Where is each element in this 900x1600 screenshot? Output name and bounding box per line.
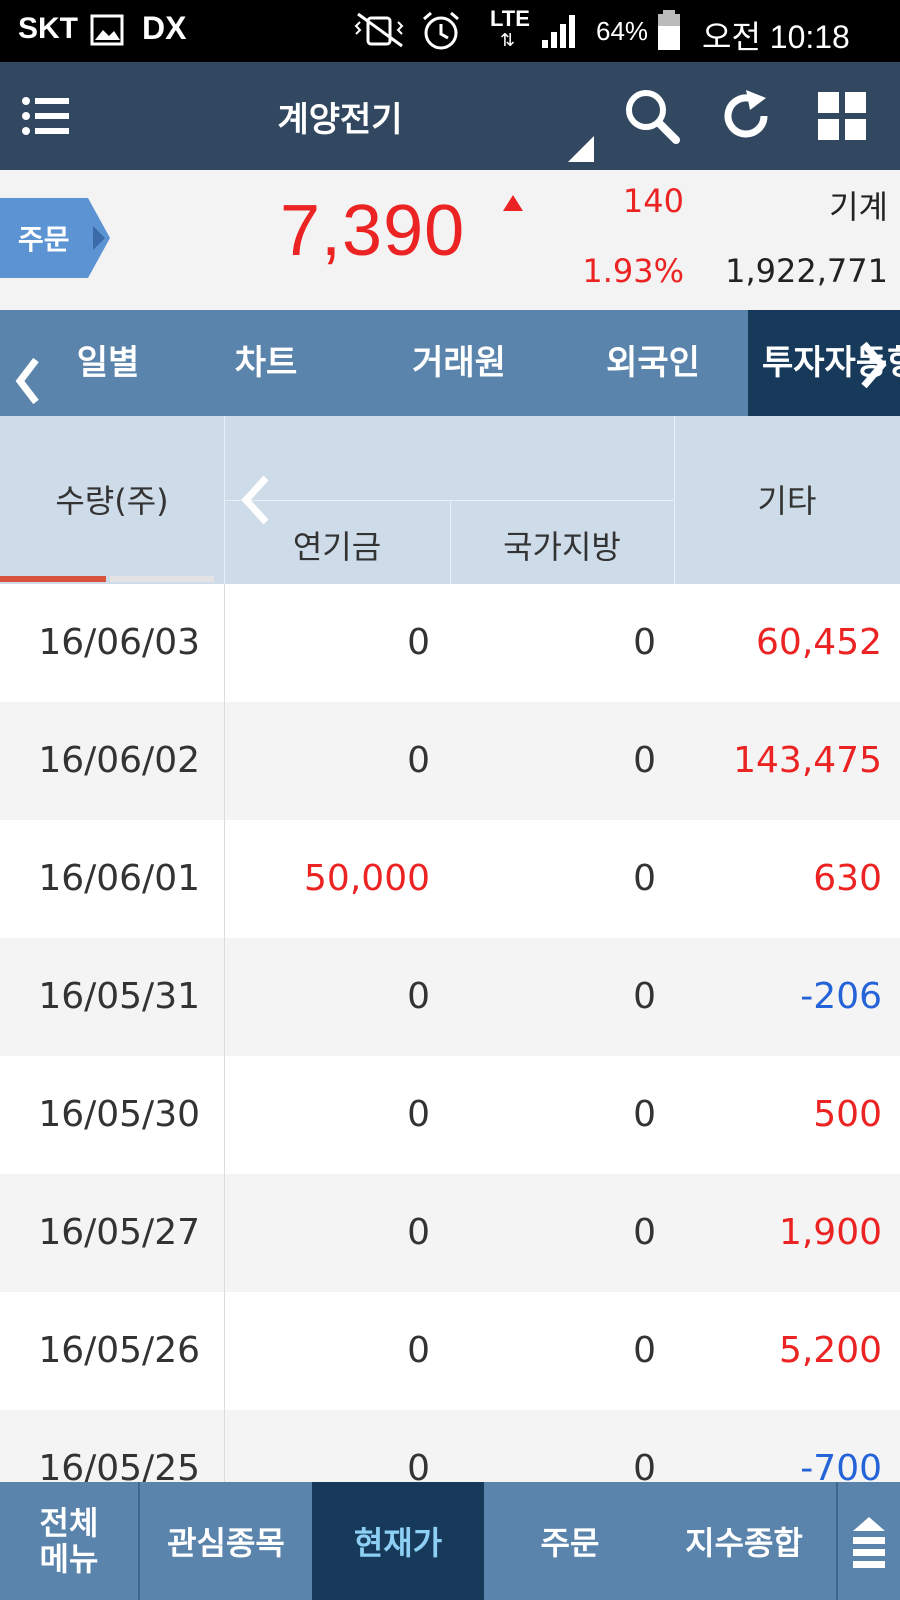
grid-menu-button[interactable] xyxy=(804,78,880,154)
nav-order[interactable]: 주문 xyxy=(484,1482,656,1600)
current-price: 7,390 xyxy=(280,191,466,271)
vibrate-mute-icon xyxy=(354,12,404,48)
tab-daily[interactable]: 일별 xyxy=(0,310,186,416)
app-header: 계양전기 xyxy=(0,62,900,170)
row-date: 16/05/25 xyxy=(38,1448,200,1482)
row-state: 0 xyxy=(633,1448,656,1482)
row-other: 143,475 xyxy=(733,740,882,781)
row-other: 500 xyxy=(813,1094,882,1135)
row-state: 0 xyxy=(633,1330,656,1371)
chevron-left-icon xyxy=(241,475,269,525)
nav-watchlist[interactable]: 관심종목 xyxy=(140,1482,312,1600)
chevron-left-icon xyxy=(15,357,39,405)
table-row[interactable]: 16/05/25 0 0 -700 xyxy=(0,1410,900,1482)
table-row[interactable]: 16/05/30 0 0 500 xyxy=(0,1056,900,1174)
row-date: 16/05/30 xyxy=(38,1094,200,1135)
nav-index[interactable]: 지수종합 xyxy=(656,1482,832,1600)
bottom-nav: 전체 메뉴 관심종목 현재가 주문 지수종합 xyxy=(0,1482,900,1600)
search-icon xyxy=(626,90,680,144)
header-divider xyxy=(224,500,674,501)
row-other: -206 xyxy=(800,976,882,1017)
signal-icon xyxy=(542,15,575,48)
row-other: 630 xyxy=(813,858,882,899)
row-state: 0 xyxy=(633,1094,656,1135)
tab-broker[interactable]: 거래원 xyxy=(366,310,552,416)
table-row[interactable]: 16/06/01 50,000 0 630 xyxy=(0,820,900,938)
row-pension: 0 xyxy=(407,1330,430,1371)
row-other: -700 xyxy=(800,1448,882,1482)
battery-percent: 64% xyxy=(596,16,649,46)
nav-expand-button[interactable] xyxy=(838,1482,900,1600)
row-state: 0 xyxy=(633,976,656,1017)
row-pension: 0 xyxy=(407,622,430,663)
price-panel: 주문 7,390 140 기계 1.93% 1,922,771 xyxy=(0,170,900,310)
clock: 오전 10:18 xyxy=(702,19,850,55)
row-state: 0 xyxy=(633,740,656,781)
row-pension: 0 xyxy=(407,740,430,781)
table-row[interactable]: 16/05/26 0 0 5,200 xyxy=(0,1292,900,1410)
alarm-icon xyxy=(423,11,459,50)
table-row[interactable]: 16/05/31 0 0 -206 xyxy=(0,938,900,1056)
chevron-right-icon xyxy=(861,341,887,389)
tab-chart[interactable]: 차트 xyxy=(186,310,346,416)
data-arrows-icon: ⇅ xyxy=(500,30,516,50)
row-date: 16/05/31 xyxy=(38,976,200,1017)
up-arrow-icon xyxy=(503,195,523,211)
row-date: 16/05/27 xyxy=(38,1212,200,1253)
row-date: 16/06/02 xyxy=(38,740,200,781)
search-button[interactable] xyxy=(614,78,690,154)
dropdown-corner-icon[interactable] xyxy=(566,134,596,164)
tab-bar: 일별 차트 거래원 외국인 투자자동향 xyxy=(0,310,900,416)
table-row[interactable]: 16/06/02 0 0 143,475 xyxy=(0,702,900,820)
volume: 1,922,771 xyxy=(725,252,888,290)
row-state: 0 xyxy=(633,1212,656,1253)
change-rate: 1.93% xyxy=(582,252,684,290)
row-state: 0 xyxy=(633,622,656,663)
status-bar: SKT DX LTE ⇅ 64% 오전 10:18 xyxy=(0,0,900,62)
market-label: 기계 xyxy=(829,188,888,226)
row-pension: 0 xyxy=(407,976,430,1017)
col-other: 기타 xyxy=(757,482,817,520)
network-label: LTE xyxy=(490,6,530,31)
row-pension: 50,000 xyxy=(304,858,430,899)
battery-icon xyxy=(658,10,680,50)
expand-up-icon xyxy=(853,1517,885,1568)
price-change: 140 xyxy=(622,182,684,220)
col-state: 국가지방 xyxy=(503,528,621,566)
row-state: 0 xyxy=(633,858,656,899)
col-pension: 연기금 xyxy=(292,528,382,566)
dx-icon: DX xyxy=(142,10,187,46)
nav-all-menu[interactable]: 전체 메뉴 xyxy=(0,1482,138,1600)
order-tab-label: 주문 xyxy=(18,223,70,256)
column-divider xyxy=(224,584,225,1482)
table-header: 수량(주) 연기금 국가지방 기타 xyxy=(0,416,900,584)
row-date: 16/06/01 xyxy=(38,858,200,899)
row-pension: 0 xyxy=(407,1448,430,1482)
grid-icon xyxy=(818,92,866,140)
refresh-icon xyxy=(724,90,768,138)
row-pension: 0 xyxy=(407,1212,430,1253)
data-table[interactable]: 16/06/03 0 0 60,452 16/06/02 0 0 143,475 16/06/0… xyxy=(0,584,900,1482)
scroll-indicator-active xyxy=(0,576,106,582)
col-quantity[interactable]: 수량(주) xyxy=(0,476,224,522)
table-row[interactable]: 16/06/03 0 0 60,452 xyxy=(0,584,900,702)
refresh-button[interactable] xyxy=(708,78,784,154)
row-pension: 0 xyxy=(407,1094,430,1135)
row-date: 16/06/03 xyxy=(38,622,200,663)
row-date: 16/05/26 xyxy=(38,1330,200,1371)
row-other: 5,200 xyxy=(778,1330,882,1371)
table-row[interactable]: 16/05/27 0 0 1,900 xyxy=(0,1174,900,1292)
carrier-label: SKT xyxy=(18,12,78,45)
tab-foreigner[interactable]: 외국인 xyxy=(560,310,746,416)
nav-current-price[interactable]: 현재가 xyxy=(312,1482,484,1600)
row-other: 60,452 xyxy=(756,622,882,663)
row-other: 1,900 xyxy=(778,1212,882,1253)
gallery-icon xyxy=(90,14,124,46)
tab-right-arrow[interactable] xyxy=(858,340,890,394)
order-tab-button[interactable]: 주문 xyxy=(0,198,110,278)
scroll-indicator xyxy=(110,576,214,582)
